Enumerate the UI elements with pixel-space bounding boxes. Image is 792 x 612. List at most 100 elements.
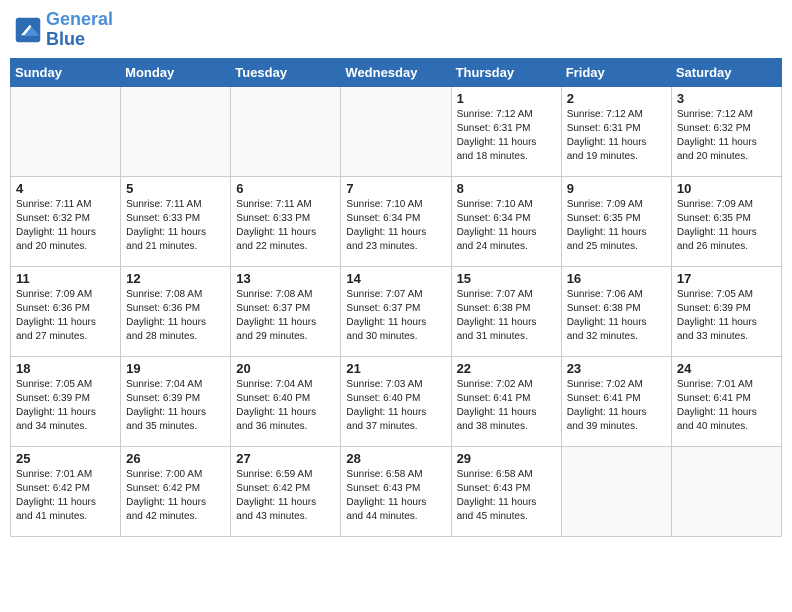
day-info: Sunrise: 7:12 AM Sunset: 6:31 PM Dayligh…	[457, 108, 556, 164]
calendar-cell: 4 Sunrise: 7:11 AM Sunset: 6:32 PM Daylig…	[11, 176, 121, 266]
calendar-cell: 1 Sunrise: 7:12 AM Sunset: 6:31 PM Daylig…	[451, 86, 561, 176]
calendar-cell	[11, 86, 121, 176]
calendar-cell: 18 Sunrise: 7:05 AM Sunset: 6:39 PM Dayli…	[11, 356, 121, 446]
day-number: 2	[567, 91, 666, 106]
day-info: Sunrise: 7:05 AM Sunset: 6:39 PM Dayligh…	[16, 378, 115, 434]
calendar-cell: 6Sunrise: 7:11 AM Sunset: 6:33 PM Daylig…	[231, 176, 341, 266]
day-number: 22	[457, 361, 556, 376]
calendar-cell: 28 Sunrise: 6:58 AM Sunset: 6:43 PM Dayli…	[341, 446, 451, 536]
logo-text: General Blue	[46, 10, 113, 50]
calendar-cell: 22 Sunrise: 7:02 AM Sunset: 6:41 PM Dayli…	[451, 356, 561, 446]
day-info: Sunrise: 7:01 AM Sunset: 6:42 PM Dayligh…	[16, 468, 115, 524]
day-number: 6	[236, 181, 335, 196]
calendar-cell: 26Sunrise: 7:00 AM Sunset: 6:42 PM Dayli…	[121, 446, 231, 536]
calendar-cell	[561, 446, 671, 536]
day-number: 18	[16, 361, 115, 376]
calendar-cell: 5 Sunrise: 7:11 AM Sunset: 6:33 PM Daylig…	[121, 176, 231, 266]
day-info: Sunrise: 7:12 AM Sunset: 6:32 PM Dayligh…	[677, 108, 776, 164]
calendar-cell	[231, 86, 341, 176]
calendar-cell	[671, 446, 781, 536]
day-info: Sunrise: 7:12 AM Sunset: 6:31 PM Dayligh…	[567, 108, 666, 164]
day-number: 10	[677, 181, 776, 196]
day-number: 1	[457, 91, 556, 106]
day-info: Sunrise: 7:04 AM Sunset: 6:39 PM Dayligh…	[126, 378, 225, 434]
day-number: 3	[677, 91, 776, 106]
day-info: Sunrise: 6:58 AM Sunset: 6:43 PM Dayligh…	[346, 468, 445, 524]
day-number: 7	[346, 181, 445, 196]
calendar-cell: 11 Sunrise: 7:09 AM Sunset: 6:36 PM Dayli…	[11, 266, 121, 356]
day-number: 23	[567, 361, 666, 376]
day-info: Sunrise: 7:08 AM Sunset: 6:36 PM Dayligh…	[126, 288, 225, 344]
day-info: Sunrise: 7:05 AM Sunset: 6:39 PM Dayligh…	[677, 288, 776, 344]
calendar-cell: 21 Sunrise: 7:03 AM Sunset: 6:40 PM Dayli…	[341, 356, 451, 446]
calendar-cell: 12 Sunrise: 7:08 AM Sunset: 6:36 PM Dayli…	[121, 266, 231, 356]
calendar-cell	[341, 86, 451, 176]
day-number: 4	[16, 181, 115, 196]
day-info: Sunrise: 7:04 AM Sunset: 6:40 PM Dayligh…	[236, 378, 335, 434]
day-info: Sunrise: 7:07 AM Sunset: 6:37 PM Dayligh…	[346, 288, 445, 344]
calendar-cell: 20Sunrise: 7:04 AM Sunset: 6:40 PM Dayli…	[231, 356, 341, 446]
day-number: 17	[677, 271, 776, 286]
day-number: 13	[236, 271, 335, 286]
day-info: Sunrise: 7:11 AM Sunset: 6:33 PM Dayligh…	[126, 198, 225, 254]
header: General Blue	[10, 10, 782, 50]
day-number: 25	[16, 451, 115, 466]
calendar-cell: 3 Sunrise: 7:12 AM Sunset: 6:32 PM Daylig…	[671, 86, 781, 176]
calendar-cell: 19 Sunrise: 7:04 AM Sunset: 6:39 PM Dayli…	[121, 356, 231, 446]
dow-header-sunday: Sunday	[11, 58, 121, 86]
day-info: Sunrise: 7:11 AM Sunset: 6:32 PM Dayligh…	[16, 198, 115, 254]
calendar-cell	[121, 86, 231, 176]
day-number: 11	[16, 271, 115, 286]
day-number: 5	[126, 181, 225, 196]
day-number: 14	[346, 271, 445, 286]
day-info: Sunrise: 6:59 AM Sunset: 6:42 PM Dayligh…	[236, 468, 335, 524]
day-number: 12	[126, 271, 225, 286]
day-info: Sunrise: 7:03 AM Sunset: 6:40 PM Dayligh…	[346, 378, 445, 434]
calendar-cell: 16 Sunrise: 7:06 AM Sunset: 6:38 PM Dayli…	[561, 266, 671, 356]
calendar-cell: 9 Sunrise: 7:09 AM Sunset: 6:35 PM Daylig…	[561, 176, 671, 266]
day-info: Sunrise: 6:58 AM Sunset: 6:43 PM Dayligh…	[457, 468, 556, 524]
day-info: Sunrise: 7:06 AM Sunset: 6:38 PM Dayligh…	[567, 288, 666, 344]
day-number: 21	[346, 361, 445, 376]
day-info: Sunrise: 7:10 AM Sunset: 6:34 PM Dayligh…	[457, 198, 556, 254]
calendar-cell: 24 Sunrise: 7:01 AM Sunset: 6:41 PM Dayli…	[671, 356, 781, 446]
logo: General Blue	[14, 10, 113, 50]
dow-header-wednesday: Wednesday	[341, 58, 451, 86]
day-info: Sunrise: 7:09 AM Sunset: 6:35 PM Dayligh…	[677, 198, 776, 254]
dow-header-saturday: Saturday	[671, 58, 781, 86]
calendar-cell: 14 Sunrise: 7:07 AM Sunset: 6:37 PM Dayli…	[341, 266, 451, 356]
day-info: Sunrise: 7:02 AM Sunset: 6:41 PM Dayligh…	[457, 378, 556, 434]
calendar-cell: 10 Sunrise: 7:09 AM Sunset: 6:35 PM Dayli…	[671, 176, 781, 266]
calendar-cell: 7 Sunrise: 7:10 AM Sunset: 6:34 PM Daylig…	[341, 176, 451, 266]
day-number: 28	[346, 451, 445, 466]
calendar-cell: 29 Sunrise: 6:58 AM Sunset: 6:43 PM Dayli…	[451, 446, 561, 536]
calendar-cell: 15 Sunrise: 7:07 AM Sunset: 6:38 PM Dayli…	[451, 266, 561, 356]
dow-header-thursday: Thursday	[451, 58, 561, 86]
day-number: 9	[567, 181, 666, 196]
day-number: 29	[457, 451, 556, 466]
calendar-table: SundayMondayTuesdayWednesdayThursdayFrid…	[10, 58, 782, 537]
calendar-cell: 2 Sunrise: 7:12 AM Sunset: 6:31 PM Daylig…	[561, 86, 671, 176]
calendar-cell: 8 Sunrise: 7:10 AM Sunset: 6:34 PM Daylig…	[451, 176, 561, 266]
day-info: Sunrise: 7:09 AM Sunset: 6:36 PM Dayligh…	[16, 288, 115, 344]
logo-icon	[14, 16, 42, 44]
day-number: 8	[457, 181, 556, 196]
day-number: 24	[677, 361, 776, 376]
calendar-cell: 23 Sunrise: 7:02 AM Sunset: 6:41 PM Dayli…	[561, 356, 671, 446]
calendar-cell: 25 Sunrise: 7:01 AM Sunset: 6:42 PM Dayli…	[11, 446, 121, 536]
day-info: Sunrise: 7:01 AM Sunset: 6:41 PM Dayligh…	[677, 378, 776, 434]
calendar-cell: 17 Sunrise: 7:05 AM Sunset: 6:39 PM Dayli…	[671, 266, 781, 356]
dow-header-friday: Friday	[561, 58, 671, 86]
day-info: Sunrise: 7:10 AM Sunset: 6:34 PM Dayligh…	[346, 198, 445, 254]
day-info: Sunrise: 7:07 AM Sunset: 6:38 PM Dayligh…	[457, 288, 556, 344]
day-number: 16	[567, 271, 666, 286]
day-number: 19	[126, 361, 225, 376]
day-info: Sunrise: 7:00 AM Sunset: 6:42 PM Dayligh…	[126, 468, 225, 524]
calendar-cell: 27 Sunrise: 6:59 AM Sunset: 6:42 PM Dayli…	[231, 446, 341, 536]
day-number: 27	[236, 451, 335, 466]
day-info: Sunrise: 7:08 AM Sunset: 6:37 PM Dayligh…	[236, 288, 335, 344]
day-number: 15	[457, 271, 556, 286]
dow-header-monday: Monday	[121, 58, 231, 86]
day-info: Sunrise: 7:02 AM Sunset: 6:41 PM Dayligh…	[567, 378, 666, 434]
day-info: Sunrise: 7:09 AM Sunset: 6:35 PM Dayligh…	[567, 198, 666, 254]
